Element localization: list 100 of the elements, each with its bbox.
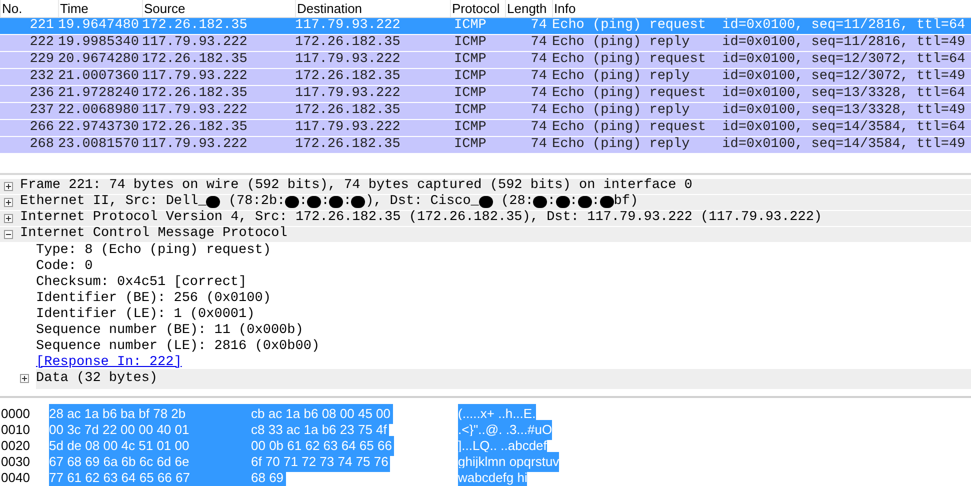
packet-cell-text: 74 [530,86,548,102]
packet-cell-text: 117.79.93.222 [142,35,248,51]
collapse-icon[interactable] [4,230,13,239]
packet-cell-text: 117.79.93.222 [142,69,248,85]
packet-cell-text: 172.26.182.35 [295,35,402,51]
detail-row[interactable]: Frame 221: 74 bytes on wire (592 bits), 74 bytes captured (592 bits) on interface 0 [0,178,971,195]
packet-cell-text: 172.26.182.35 [142,52,248,68]
detail-text: : [321,193,330,211]
packet-cell-text: 172.26.182.35 [295,103,402,119]
expand-icon[interactable] [4,182,13,191]
detail-row[interactable]: Ethernet II, Src: Dell_ (78:2b: : : : ), Dst: Cisco_ (28: : : : bf) [0,194,971,211]
column-header[interactable]: Info [552,0,971,17]
expand-icon[interactable] [4,214,13,223]
field-text: Identifier (BE): 256 (0x0100) [36,290,271,307]
packet-cell-text: 268 [28,137,55,153]
packet-cell-text: 74 [530,120,548,136]
packet-cell-text: ICMP [453,69,488,85]
detail-text: Internet Protocol Version 4, Src: 172.26.182.35 (172.26.182.35), Dst: 117.79.93.222 (117.79.93.222) [20,209,822,226]
detail-text: : [343,193,352,211]
packet-cell-text: 172.26.182.35 [295,137,402,153]
packet-cell-text: 222 [28,35,55,51]
packet-cell-text: 117.79.93.222 [142,103,248,119]
packet-cell-text: Echo (ping) reply id=0x0100, seq=12/3072, ttl=49 [552,69,966,85]
column-header[interactable]: Protocol [450,0,505,17]
column-header[interactable]: Destination [295,0,450,17]
ascii-bytes[interactable]: hi [517,468,528,486]
packet-cell-text: 19.9985340 [58,35,140,51]
packet-cell-text: 23.0081570 [58,137,140,153]
redaction-mark [351,196,366,208]
packet-cell-text: 21.9728240 [58,86,140,102]
packet-row[interactable]: 236 21.9728240 172.26.182.35 117.79.93.222 ICMP 74 Echo (ping) request id=0x0100, seq=13/3328, ttl=64 [0,86,971,102]
redaction-mark [206,196,220,208]
packet-row[interactable]: 222 19.9985340 117.79.93.222 172.26.182.35 ICMP 74 Echo (ping) reply id=0x0100, seq=11/2816, ttl=49 [0,35,971,51]
packet-cell-text: 74 [530,35,548,51]
redaction-mark [556,196,570,208]
packet-cell-text: Echo (ping) request id=0x0100, seq=14/3584, ttl=64 [552,120,966,136]
packet-cell-text: 266 [28,120,55,136]
packet-cell-text: 172.26.182.35 [142,120,248,136]
field-text: Identifier (LE): 1 (0x0001) [36,306,255,323]
packet-cell-text: ICMP [453,52,488,68]
detail-row[interactable]: Internet Control Message Protocol [0,226,971,243]
hex-offset: 0040 [0,469,31,486]
expand-icon[interactable] [20,374,29,384]
packet-cell-text: 221 [28,18,55,34]
packet-cell-text: Echo (ping) request id=0x0100, seq=13/3328, ttl=64 [552,86,966,102]
packet-row[interactable]: 268 23.0081570 117.79.93.222 172.26.182.35 ICMP 74 Echo (ping) reply id=0x0100, seq=14/3584, ttl=49 [0,137,971,153]
packet-cell-text: 172.26.182.35 [295,69,402,85]
redaction-mark [307,196,322,208]
packet-cell-text: ICMP [453,18,488,34]
packet-cell-text: Echo (ping) reply id=0x0100, seq=11/2816, ttl=49 [552,35,966,51]
hex-offset: 0030 [0,453,31,472]
packet-cell-text: 172.26.182.35 [142,86,248,102]
packet-cell-text: 172.26.182.35 [142,18,248,34]
packet-cell-text: 74 [530,18,548,34]
detail-text[interactable]: Data (32 bytes) [36,368,971,390]
packet-row[interactable]: 221 19.9647480 172.26.182.35 117.79.93.222 ICMP 74 Echo (ping) request id=0x0100, seq=11/2816, ttl=64 [0,18,971,34]
detail-row[interactable]: Internet Protocol Version 4, Src: 172.26.182.35 (172.26.182.35), Dst: 117.79.93.222 (117.79.93.222) [0,210,971,227]
column-header[interactable]: No. [0,0,58,17]
ascii-bytes[interactable]: opqrstuv [509,452,560,472]
column-header[interactable]: Length [505,0,552,17]
packet-cell-text: 22.0068980 [58,103,140,119]
packet-cell-text: 74 [530,52,548,68]
expand-icon[interactable] [4,198,13,207]
packet-cell-text: Echo (ping) request id=0x0100, seq=12/3072, ttl=64 [552,52,966,68]
packet-cell-text: 232 [28,69,55,85]
redaction-mark [600,196,614,208]
packet-cell-text: 117.79.93.222 [295,120,402,136]
field-text: Sequence number (LE): 2816 (0x0b00) [36,338,320,355]
column-header[interactable]: Time [58,0,142,17]
packet-cell-text: 237 [28,103,55,119]
packet-cell-text: 117.79.93.222 [142,137,248,153]
detail-text: : [299,193,308,211]
packet-cell-text: ICMP [453,35,488,51]
detail-text: (28: [500,193,534,210]
detail-text: : [570,193,578,211]
packet-cell-text: 74 [530,103,548,119]
packet-row[interactable]: 232 21.0007360 117.79.93.222 172.26.182.35 ICMP 74 Echo (ping) reply id=0x0100, seq=12/3072, ttl=49 [0,69,971,85]
packet-cell-text: 74 [530,137,548,153]
redaction-mark [285,196,300,208]
packet-cell-text: 22.9743730 [58,120,140,136]
column-header[interactable]: Source [142,0,295,17]
packet-cell-text: 117.79.93.222 [295,52,402,68]
detail-text: Internet Control Message Protocol [20,225,288,243]
packet-cell-text: ICMP [453,86,488,102]
field-text: Sequence number (BE): 11 (0x000b) [36,322,304,339]
detail-text: : [547,193,556,211]
packet-cell-text: 236 [28,86,55,102]
packet-row[interactable]: 229 20.9674280 172.26.182.35 117.79.93.222 ICMP 74 Echo (ping) request id=0x0100, seq=12/3072, ttl=64 [0,52,971,68]
detail-text: Frame 221: 74 bytes on wire (592 bits), 74 bytes captured (592 bits) on interface 0 [20,177,692,194]
detail-text: : [592,193,600,211]
packet-cell-text: 19.9647480 [58,18,140,34]
packet-row[interactable]: 266 22.9743730 172.26.182.35 117.79.93.222 ICMP 74 Echo (ping) request id=0x0100, seq=14/3584, ttl=64 [0,120,971,136]
ascii-bytes[interactable]: wabcdefg [458,468,518,486]
detail-text: Ethernet II, Src: Dell_ [20,193,206,210]
hex-offset: 0020 [0,437,31,456]
redaction-mark [578,196,592,208]
packet-cell-text: 20.9674280 [58,52,140,68]
packet-row[interactable]: 237 22.0068980 117.79.93.222 172.26.182.35 ICMP 74 Echo (ping) reply id=0x0100, seq=13/3328, ttl=49 [0,103,971,119]
packet-cell-text: Echo (ping) reply id=0x0100, seq=14/3584, ttl=49 [552,137,966,153]
packet-cell-text: 117.79.93.222 [295,18,402,34]
